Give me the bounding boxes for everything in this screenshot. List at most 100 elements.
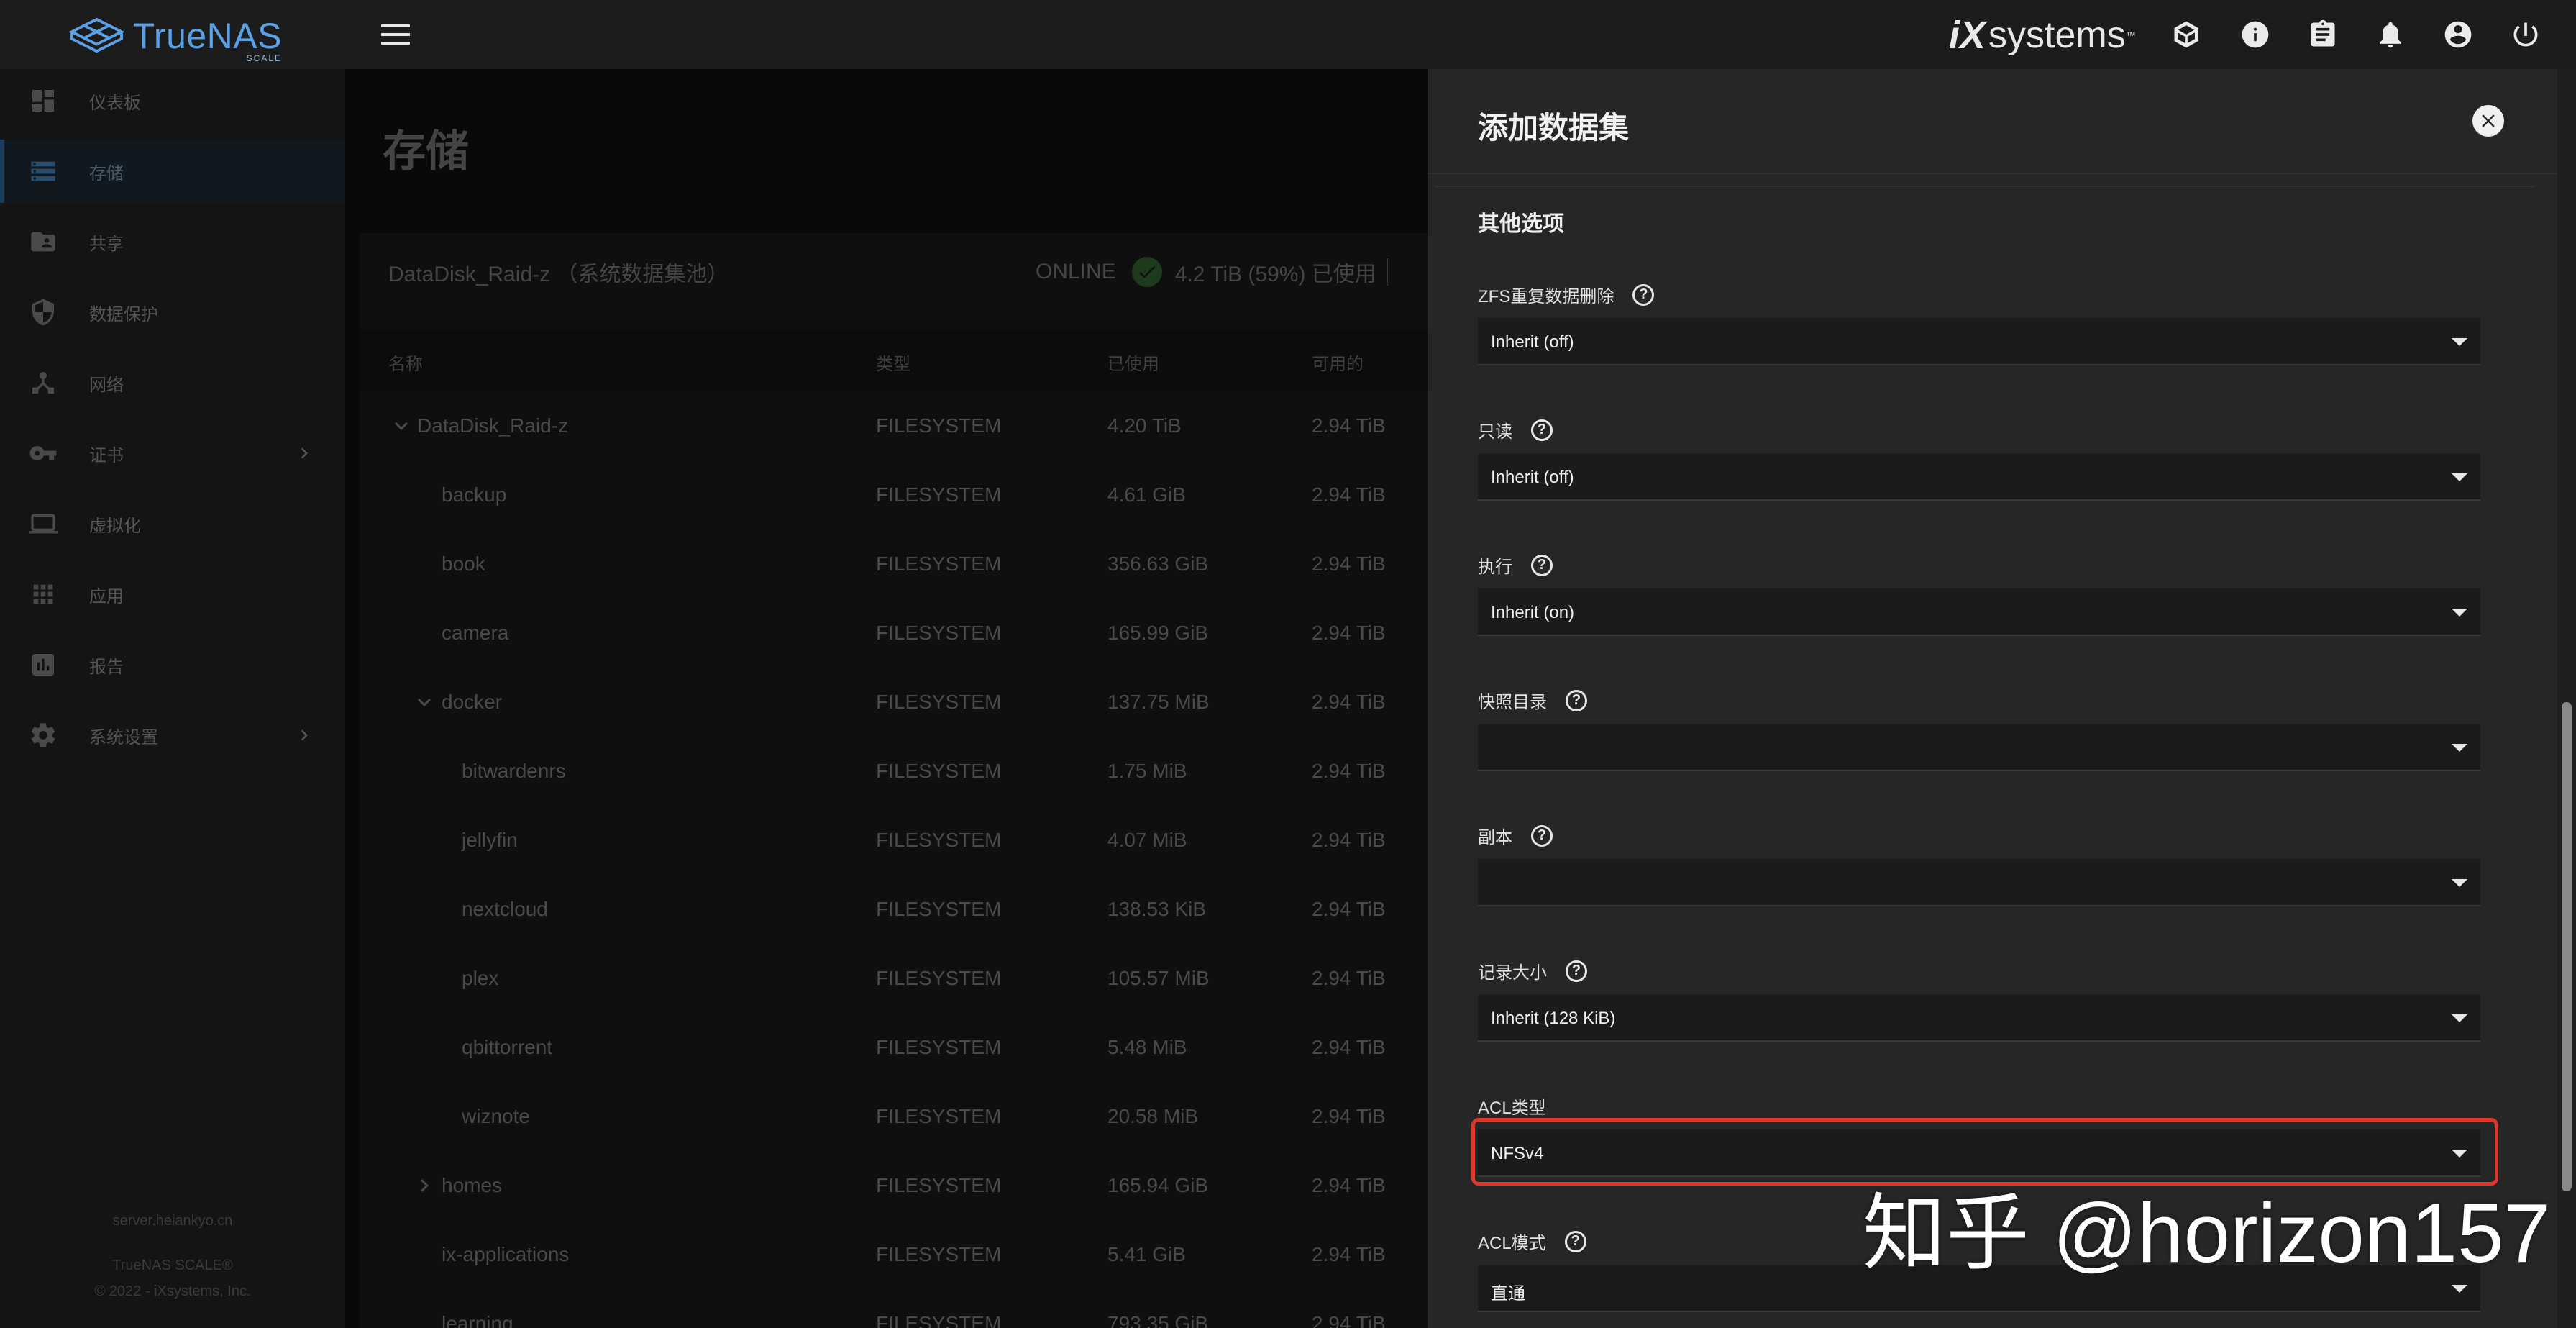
panel-header: 添加数据集 xyxy=(1428,69,2557,174)
table-row[interactable]: book FILESYSTEM 356.63 GiB 2.94 TiB xyxy=(360,529,1428,599)
sidebar-item-storage[interactable]: 存储 xyxy=(0,140,345,203)
dataset-type: FILESYSTEM xyxy=(876,1036,1002,1058)
storage-icon xyxy=(27,155,59,187)
dataset-name: homes xyxy=(442,1174,503,1196)
dataset-used: 4.61 GiB xyxy=(1107,483,1186,506)
table-row[interactable]: homes FILESYSTEM 165.94 GiB 2.94 TiB xyxy=(360,1151,1428,1220)
table-row[interactable]: qbittorrent FILESYSTEM 5.48 MiB 2.94 TiB xyxy=(360,1013,1428,1082)
column-type[interactable]: 类型 xyxy=(876,350,910,375)
help-icon[interactable]: ? xyxy=(1632,283,1655,306)
table-row[interactable]: learning FILESYSTEM 793.35 GiB 2.94 TiB xyxy=(360,1289,1428,1328)
sidebar-item-data-protection[interactable]: 数据保护 xyxy=(0,281,345,344)
table-row[interactable]: wiznote FILESYSTEM 20.58 MiB 2.94 TiB xyxy=(360,1082,1428,1151)
main-content: 存储 DataDisk_Raid-z （系统数据集池） ONLINE 4.2 T… xyxy=(345,69,1428,1328)
select-dedup[interactable]: Inherit (off) xyxy=(1478,318,2480,365)
clipboard-tasks-icon[interactable] xyxy=(2306,17,2340,52)
dropdown-arrow-icon xyxy=(2452,879,2467,887)
notifications-bell-icon[interactable] xyxy=(2373,17,2408,52)
dropdown-arrow-icon xyxy=(2452,338,2467,346)
select-readonly[interactable]: Inherit (off) xyxy=(1478,453,2480,501)
check-circle-icon xyxy=(1131,257,1162,287)
dataset-type: FILESYSTEM xyxy=(876,829,1002,851)
dataset-type: FILESYSTEM xyxy=(876,552,1002,575)
key-icon xyxy=(27,437,59,469)
dataset-available: 2.94 TiB xyxy=(1312,622,1386,644)
page-title: 存储 xyxy=(383,127,469,176)
truecommand-icon[interactable] xyxy=(2169,17,2203,52)
table-row[interactable]: bitwardenrs FILESYSTEM 1.75 MiB 2.94 TiB xyxy=(360,737,1428,806)
dataset-type: FILESYSTEM xyxy=(876,691,1002,713)
pool-status-text: ONLINE xyxy=(1036,260,1116,283)
dataset-type: FILESYSTEM xyxy=(876,483,1002,506)
select-value: Inherit (off) xyxy=(1491,468,1574,487)
sidebar-item-network[interactable]: 网络 xyxy=(0,351,345,414)
dataset-available: 2.94 TiB xyxy=(1312,552,1386,575)
scrollbar-thumb[interactable] xyxy=(2562,702,2572,1191)
dropdown-arrow-icon xyxy=(2452,1014,2467,1022)
help-icon[interactable]: ? xyxy=(1566,689,1587,711)
select-snapdir[interactable] xyxy=(1478,724,2480,771)
truenas-logo[interactable]: TrueNAS SCALE xyxy=(66,13,282,63)
section-title: 其他选项 xyxy=(1478,212,1564,236)
table-row[interactable]: nextcloud FILESYSTEM 138.53 KiB 2.94 TiB xyxy=(360,875,1428,944)
select-value: 直通 xyxy=(1491,1284,1525,1304)
chevron-down-icon[interactable] xyxy=(388,413,414,439)
select-recordsize[interactable]: Inherit (128 KiB) xyxy=(1478,994,2480,1042)
account-circle-icon[interactable] xyxy=(2441,17,2475,52)
column-used[interactable]: 已使用 xyxy=(1107,350,1159,375)
table-header: 名称 类型 已使用 可用的 xyxy=(360,329,1428,391)
chevron-right-icon[interactable] xyxy=(411,1173,437,1199)
dataset-type: FILESYSTEM xyxy=(876,1312,1002,1328)
ixsystems-brand[interactable]: iX systems ™ xyxy=(1949,10,2136,60)
chevron-down-icon[interactable] xyxy=(411,689,437,715)
help-icon[interactable]: ? xyxy=(1566,960,1587,982)
dataset-used: 793.35 GiB xyxy=(1107,1312,1209,1328)
table-row[interactable]: backup FILESYSTEM 4.61 GiB 2.94 TiB xyxy=(360,460,1428,529)
menu-toggle-icon[interactable] xyxy=(381,24,410,46)
table-row[interactable]: plex FILESYSTEM 105.57 MiB 2.94 TiB xyxy=(360,944,1428,1013)
sidebar-item-system-settings[interactable]: 系统设置 xyxy=(0,704,345,767)
table-row[interactable]: jellyfin FILESYSTEM 4.07 MiB 2.94 TiB xyxy=(360,806,1428,875)
table-row[interactable]: ix-applications FILESYSTEM 5.41 GiB 2.94 Ti… xyxy=(360,1220,1428,1289)
sidebar-item-label: 共享 xyxy=(89,234,124,254)
watermark: 知乎 @horizon157 xyxy=(1863,1186,2550,1280)
dataset-used: 5.48 MiB xyxy=(1107,1036,1187,1058)
table-row[interactable]: DataDisk_Raid-z FILESYSTEM 4.20 TiB 2.94 Ti… xyxy=(360,391,1428,460)
dataset-available: 2.94 TiB xyxy=(1312,691,1386,713)
table-row[interactable]: camera FILESYSTEM 165.99 GiB 2.94 TiB xyxy=(360,599,1428,668)
footer-hostname: server.heiankyo.cn xyxy=(112,1213,233,1229)
sidebar-item-shares[interactable]: 共享 xyxy=(0,210,345,273)
sidebar-item-certificates[interactable]: 证书 xyxy=(0,422,345,485)
sidebar: 仪表板 存储 共享 数据保护 网络 证书 虚拟化 应用 报告 系统设置 serv… xyxy=(0,69,345,1328)
help-icon[interactable]: ? xyxy=(1531,419,1553,441)
dataset-used: 4.07 MiB xyxy=(1107,829,1187,851)
dropdown-arrow-icon xyxy=(2452,609,2467,617)
help-icon[interactable]: ? xyxy=(1564,1230,1586,1252)
info-icon[interactable] xyxy=(2238,17,2273,52)
dataset-type: FILESYSTEM xyxy=(876,1174,1002,1196)
dataset-type: FILESYSTEM xyxy=(876,898,1002,920)
select-copies[interactable] xyxy=(1478,859,2480,906)
sidebar-item-dashboard[interactable]: 仪表板 xyxy=(0,69,345,132)
column-available[interactable]: 可用的 xyxy=(1312,350,1364,375)
close-icon[interactable] xyxy=(2472,105,2504,137)
sidebar-item-apps[interactable]: 应用 xyxy=(0,563,345,626)
sidebar-item-reports[interactable]: 报告 xyxy=(0,633,345,696)
power-icon[interactable] xyxy=(2508,17,2543,52)
dashboard-icon xyxy=(27,85,59,117)
pool-status: ONLINE 4.2 TiB (59%) 已使用 xyxy=(1036,256,1402,288)
dropdown-arrow-icon xyxy=(2452,473,2467,481)
truenas-logo-icon xyxy=(68,17,125,53)
table-row[interactable]: docker FILESYSTEM 137.75 MiB 2.94 TiB xyxy=(360,668,1428,737)
column-name[interactable]: 名称 xyxy=(388,350,423,375)
help-icon[interactable]: ? xyxy=(1531,554,1553,576)
sidebar-item-label: 数据保护 xyxy=(89,304,158,324)
select-exec[interactable]: Inherit (on) xyxy=(1478,588,2480,636)
sidebar-item-label: 系统设置 xyxy=(89,727,158,747)
panel-scrollbar[interactable] xyxy=(2557,69,2576,1328)
chevron-right-icon xyxy=(293,724,315,746)
sidebar-item-label: 报告 xyxy=(89,657,124,677)
dataset-available: 2.94 TiB xyxy=(1312,760,1386,782)
help-icon[interactable]: ? xyxy=(1531,824,1553,847)
sidebar-item-virtualization[interactable]: 虚拟化 xyxy=(0,492,345,555)
